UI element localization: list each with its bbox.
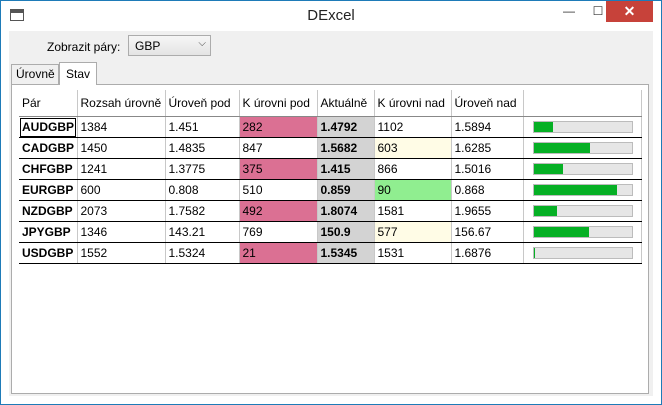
- col-header-level-below[interactable]: Úroveň pod: [165, 90, 240, 117]
- level-above-cell[interactable]: 1.5894: [451, 116, 524, 138]
- progress-bar-fill: [533, 248, 536, 258]
- to-below-cell[interactable]: 375: [239, 158, 318, 180]
- current-cell[interactable]: 1.5682: [316, 137, 375, 159]
- to-below-cell[interactable]: 769: [239, 221, 318, 243]
- table-row[interactable]: EURGBP 600 0.808 510 0.859 90 0.868: [19, 179, 642, 201]
- to-above-cell[interactable]: 1581: [374, 200, 452, 222]
- level-below-cell[interactable]: 1.5324: [165, 242, 240, 264]
- table-row[interactable]: USDGBP 1552 1.5324 21 1.5345 1531 1.6876: [19, 242, 642, 264]
- range-cell[interactable]: 2073: [77, 200, 166, 222]
- level-below-cell[interactable]: 1.3775: [165, 158, 240, 180]
- col-header-to-below[interactable]: K úrovni pod: [239, 90, 318, 117]
- to-above-cell[interactable]: 1531: [374, 242, 452, 264]
- progress-bar: [532, 205, 633, 217]
- range-cell[interactable]: 1552: [77, 242, 166, 264]
- progress-bar: [532, 247, 633, 259]
- current-cell[interactable]: 1.4792: [316, 116, 375, 138]
- current-cell[interactable]: 0.859: [316, 179, 375, 201]
- col-header-range[interactable]: Rozsah úrovně: [77, 90, 166, 117]
- pair-cell[interactable]: CADGBP: [19, 137, 78, 159]
- progress-cell: [523, 137, 642, 159]
- current-cell[interactable]: 1.415: [316, 158, 375, 180]
- current-cell[interactable]: 1.8074: [316, 200, 375, 222]
- to-below-cell[interactable]: 492: [239, 200, 318, 222]
- pair-cell[interactable]: AUDGBP: [19, 116, 78, 138]
- table-row[interactable]: NZDGBP 2073 1.7582 492 1.8074 1581 1.9655: [19, 200, 642, 222]
- chevron-down-icon: ⌵: [198, 38, 206, 49]
- level-below-cell[interactable]: 1.4835: [165, 137, 240, 159]
- range-cell[interactable]: 600: [77, 179, 166, 201]
- level-below-cell[interactable]: 1.7582: [165, 200, 240, 222]
- app-window: DExcel — ☐ ✕ Zobrazit páry: GBP ⌵ Úrovně…: [0, 0, 662, 405]
- to-below-cell[interactable]: 847: [239, 137, 318, 159]
- range-cell[interactable]: 1241: [77, 158, 166, 180]
- tab-panel-stav: Pár Rozsah úrovně Úroveň pod K úrovni pod Ak…: [11, 84, 649, 394]
- progress-bar-fill: [533, 143, 591, 153]
- pair-filter-select[interactable]: GBP ⌵: [128, 35, 211, 56]
- col-header-pair[interactable]: Pár: [19, 90, 78, 117]
- col-header-level-above[interactable]: Úroveň nad: [451, 90, 524, 117]
- level-above-cell[interactable]: 0.868: [451, 179, 524, 201]
- progress-cell: [523, 242, 642, 264]
- level-above-cell[interactable]: 156.67: [451, 221, 524, 243]
- progress-bar: [532, 226, 633, 238]
- pair-filter-value: GBP: [135, 39, 161, 53]
- progress-bar-fill: [533, 185, 617, 195]
- progress-bar-fill: [533, 206, 558, 216]
- pair-cell[interactable]: NZDGBP: [19, 200, 78, 222]
- to-above-cell[interactable]: 603: [374, 137, 452, 159]
- to-above-cell[interactable]: 90: [374, 179, 452, 201]
- title-bar[interactable]: DExcel — ☐ ✕: [1, 1, 661, 31]
- minimize-button[interactable]: —: [554, 1, 584, 22]
- current-cell[interactable]: 150.9: [316, 221, 375, 243]
- col-header-progress[interactable]: [523, 90, 642, 117]
- pair-cell[interactable]: USDGBP: [19, 242, 78, 264]
- close-button[interactable]: ✕: [606, 1, 653, 22]
- table-row[interactable]: AUDGBP 1384 1.451 282 1.4792 1102 1.5894: [19, 116, 642, 138]
- pair-filter-label: Zobrazit páry:: [47, 40, 121, 54]
- level-above-cell[interactable]: 1.9655: [451, 200, 524, 222]
- progress-cell: [523, 200, 642, 222]
- progress-bar-fill: [533, 122, 554, 132]
- col-header-to-above[interactable]: K úrovni nad: [374, 90, 452, 117]
- level-above-cell[interactable]: 1.6876: [451, 242, 524, 264]
- to-below-cell[interactable]: 510: [239, 179, 318, 201]
- to-above-cell[interactable]: 866: [374, 158, 452, 180]
- level-below-cell[interactable]: 143.21: [165, 221, 240, 243]
- progress-bar: [532, 142, 633, 154]
- range-cell[interactable]: 1346: [77, 221, 166, 243]
- level-above-cell[interactable]: 1.6285: [451, 137, 524, 159]
- progress-bar-fill: [533, 164, 563, 174]
- range-cell[interactable]: 1450: [77, 137, 166, 159]
- client-area: Zobrazit páry: GBP ⌵ Úrovně Stav Pár Rozs…: [9, 31, 653, 396]
- to-above-cell[interactable]: 577: [374, 221, 452, 243]
- level-above-cell[interactable]: 1.5016: [451, 158, 524, 180]
- progress-bar: [532, 163, 633, 175]
- progress-bar: [532, 121, 633, 133]
- pair-cell[interactable]: CHFGBP: [19, 158, 78, 180]
- tab-urovne[interactable]: Úrovně: [11, 64, 59, 84]
- level-below-cell[interactable]: 1.451: [165, 116, 240, 138]
- progress-bar: [532, 184, 633, 196]
- current-cell[interactable]: 1.5345: [316, 242, 375, 264]
- to-above-cell[interactable]: 1102: [374, 116, 452, 138]
- progress-cell: [523, 179, 642, 201]
- status-grid: Pár Rozsah úrovně Úroveň pod K úrovni pod Ak…: [19, 90, 642, 264]
- level-below-cell[interactable]: 0.808: [165, 179, 240, 201]
- table-row[interactable]: CHFGBP 1241 1.3775 375 1.415 866 1.5016: [19, 158, 642, 180]
- progress-cell: [523, 158, 642, 180]
- progress-bar-fill: [533, 227, 590, 237]
- range-cell[interactable]: 1384: [77, 116, 166, 138]
- to-below-cell[interactable]: 21: [239, 242, 318, 264]
- table-row[interactable]: JPYGBP 1346 143.21 769 150.9 577 156.67: [19, 221, 642, 243]
- to-below-cell[interactable]: 282: [239, 116, 318, 138]
- tab-stav[interactable]: Stav: [59, 62, 97, 85]
- progress-cell: [523, 116, 642, 138]
- pair-cell[interactable]: EURGBP: [19, 179, 78, 201]
- progress-cell: [523, 221, 642, 243]
- col-header-current[interactable]: Aktuálně: [317, 90, 375, 117]
- table-row[interactable]: CADGBP 1450 1.4835 847 1.5682 603 1.6285: [19, 137, 642, 159]
- pair-cell[interactable]: JPYGBP: [19, 221, 78, 243]
- grid-header-row: Pár Rozsah úrovně Úroveň pod K úrovni pod Ak…: [19, 90, 642, 117]
